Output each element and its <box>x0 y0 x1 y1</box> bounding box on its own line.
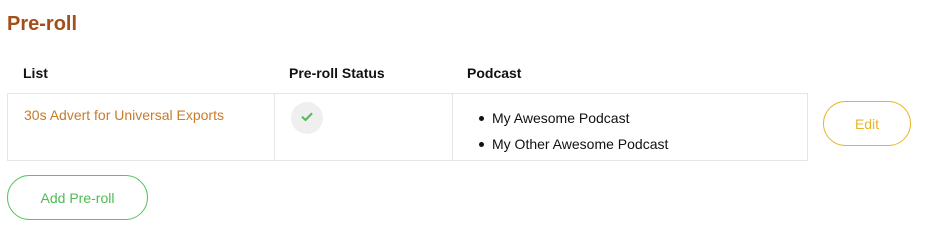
column-header-list: List <box>23 65 48 81</box>
podcast-name: My Other Awesome Podcast <box>492 136 669 152</box>
status-badge <box>291 102 323 134</box>
podcast-name: My Awesome Podcast <box>492 110 630 126</box>
preroll-table: List Pre-roll Status Podcast 30s Advert … <box>7 62 808 161</box>
column-header-podcast: Podcast <box>467 65 522 81</box>
page-title: Pre-roll <box>7 13 78 35</box>
list-item: My Other Awesome Podcast <box>469 131 807 157</box>
add-preroll-button[interactable]: Add Pre-roll <box>7 175 148 220</box>
status-cell <box>275 94 453 160</box>
column-header-status: Pre-roll Status <box>289 65 385 81</box>
list-link[interactable]: 30s Advert for Universal Exports <box>24 107 224 123</box>
edit-button[interactable]: Edit <box>823 101 911 146</box>
list-cell: 30s Advert for Universal Exports <box>8 94 275 160</box>
podcast-list: My Awesome Podcast My Other Awesome Podc… <box>469 105 807 157</box>
table-header: List Pre-roll Status Podcast <box>7 62 808 93</box>
checkmark-icon <box>301 109 313 127</box>
podcast-cell: My Awesome Podcast My Other Awesome Podc… <box>453 94 807 160</box>
list-item: My Awesome Podcast <box>469 105 807 131</box>
bullet-icon <box>479 115 484 121</box>
bullet-icon <box>479 141 484 147</box>
table-row: 30s Advert for Universal Exports My Awes… <box>7 93 808 161</box>
preroll-page: Pre-roll List Pre-roll Status Podcast 30… <box>0 0 945 241</box>
